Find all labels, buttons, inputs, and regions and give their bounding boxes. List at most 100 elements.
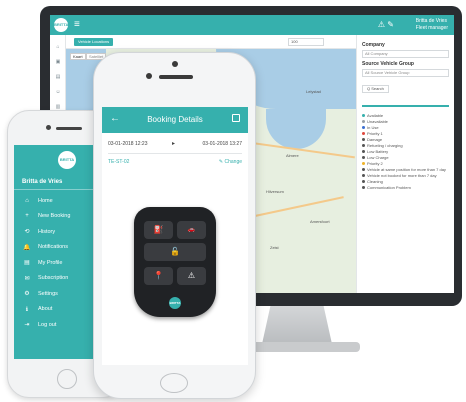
legend-label: Communication Problem — [367, 185, 411, 190]
sensor — [146, 73, 152, 79]
menu-item-label: About — [38, 306, 53, 313]
page-title: Booking Details — [147, 115, 203, 124]
user-role: Fleet manager — [415, 25, 448, 31]
sidebar-car-icon[interactable]: ▣ — [50, 59, 66, 65]
camera — [46, 125, 51, 130]
legend-label: Low Charge — [367, 155, 389, 160]
lake-south — [266, 109, 326, 149]
car-key-fob: ⛽ 🚗 🔓 📍 ⚠ BRITTA — [134, 207, 216, 317]
status-legend: Available Unavailable In Use Priority 1 Dama… — [362, 113, 449, 191]
search-button[interactable]: Q Search — [362, 85, 389, 93]
menu-item-label: Notifications — [38, 244, 68, 251]
menu-item-label: Log out — [38, 321, 57, 328]
notification-icons[interactable]: ⚠ ✎ — [378, 20, 394, 29]
unlock-button[interactable]: 🔓 — [144, 243, 206, 261]
booking-screen: ← Booking Details 03-01-2018 12:23 ▸ 03-… — [102, 107, 248, 365]
map-label: Hilversum — [266, 189, 284, 194]
legend-marker-icon — [362, 174, 365, 178]
top-bar: BRITTA ≡ ⚠ ✎ Britta de Vries Fleet manag… — [50, 15, 454, 35]
speaker — [159, 75, 193, 79]
phone-booking: ← Booking Details 03-01-2018 12:23 ▸ 03-… — [93, 52, 256, 399]
legend-label: Unavailable — [367, 119, 388, 124]
legend-marker-icon — [362, 114, 365, 118]
camera — [172, 61, 178, 67]
change-link[interactable]: ✎ Change — [219, 159, 242, 165]
monitor-base — [240, 342, 360, 352]
legend-marker-icon — [362, 120, 365, 124]
notifications-icon: 🔔 — [23, 244, 31, 251]
monitor-stand — [262, 306, 332, 344]
legend-label: In Use — [367, 125, 379, 130]
legend-marker-icon — [362, 168, 365, 172]
tab-bar: Vehicle Locations 100 — [66, 35, 356, 49]
legend-marker-icon — [362, 144, 365, 148]
legend-label: Low Battery — [367, 149, 389, 154]
legend-label: Damage — [367, 137, 383, 142]
legend-label: Available — [367, 113, 384, 118]
my-profile-icon: ▤ — [24, 260, 30, 267]
warning-button[interactable]: ⚠ — [177, 267, 206, 285]
start-date: 03-01-2018 12:23 — [108, 141, 148, 147]
menu-item-label: Settings — [38, 290, 58, 297]
tab-vehicle-locations[interactable]: Vehicle Locations — [74, 38, 114, 46]
map-view-button[interactable]: Kaart — [70, 53, 86, 60]
user-name: Britta de Vries — [415, 18, 447, 24]
company-label: Company — [362, 42, 385, 48]
menu-item-label: Home — [38, 197, 53, 204]
sidebar-users-icon[interactable]: ☺ — [50, 89, 66, 95]
map-label: Lelystad — [306, 89, 321, 94]
legend-marker-icon — [362, 180, 365, 184]
menu-item-label: Subscription — [38, 275, 69, 282]
legend-label: Vehicle at same position for more than 7… — [367, 167, 446, 172]
legend-marker-icon — [362, 186, 365, 190]
menu-user-name: Britta de Vries — [22, 179, 63, 185]
map-label: Amersfoort — [310, 219, 330, 224]
fob-logo: BRITTA — [169, 297, 181, 309]
map-label: Almere — [286, 153, 299, 158]
menu-item-label: New Booking — [38, 213, 71, 220]
booking-dates: 03-01-2018 12:23 ▸ 03-01-2018 13:27 — [108, 141, 242, 151]
settings-icon: ⚙ — [24, 291, 30, 298]
vehicle-group-select[interactable]: All Source Vehicle Group — [362, 69, 449, 77]
booking-header: ← Booking Details — [102, 107, 248, 133]
legend-marker-icon — [362, 126, 365, 130]
locate-button[interactable]: 📍 — [144, 267, 173, 285]
legend-marker-icon — [362, 132, 365, 136]
calendar-icon[interactable] — [232, 114, 240, 122]
vehicle-code: TE-ST-02 — [108, 159, 130, 165]
legend-marker-icon — [362, 162, 365, 166]
user-menu[interactable]: Britta de Vries Fleet manager — [416, 18, 448, 32]
hamburger-menu-icon[interactable]: ≡ — [74, 19, 80, 30]
map-label: Zeist — [270, 245, 279, 250]
sidebar-booking-icon[interactable]: ▤ — [50, 74, 66, 80]
car-button[interactable]: 🚗 — [177, 221, 206, 239]
app-logo[interactable]: BRITTA — [54, 18, 68, 32]
divider — [108, 153, 242, 154]
legend-label: Priority 1 — [367, 131, 383, 136]
log-out-icon: ⇥ — [24, 322, 30, 329]
end-date: 03-01-2018 13:27 — [202, 141, 242, 147]
vehicle-group-label: Source Vehicle Group — [362, 61, 414, 67]
legend-item: Communication Problem — [362, 185, 449, 191]
subscription-icon: ✉ — [24, 275, 30, 282]
new-booking-icon: + — [25, 213, 29, 220]
legend-marker-icon — [362, 156, 365, 160]
sidebar-home-icon[interactable]: ⌂ — [50, 44, 66, 50]
home-button[interactable] — [160, 373, 188, 393]
company-select[interactable]: All Company — [362, 50, 449, 58]
change-label: Change — [224, 159, 242, 165]
legend-label: Vehicle not booked for more than 7 day — [367, 173, 437, 178]
app-logo: BRITTA — [58, 151, 76, 169]
home-icon: ⌂ — [25, 197, 29, 204]
zoom-select[interactable]: 100 — [288, 38, 324, 46]
home-button[interactable] — [57, 369, 77, 389]
legend-marker-icon — [362, 138, 365, 142]
legend-label: Cleaning — [367, 179, 383, 184]
about-icon: ℹ — [25, 306, 29, 313]
filter-panel: Company All Company Source Vehicle Group… — [356, 35, 454, 293]
panel-divider — [362, 105, 449, 107]
fuel-button[interactable]: ⛽ — [144, 221, 173, 239]
menu-item-label: History — [38, 228, 56, 235]
speaker — [56, 127, 82, 130]
menu-item-label: My Profile — [38, 259, 63, 266]
